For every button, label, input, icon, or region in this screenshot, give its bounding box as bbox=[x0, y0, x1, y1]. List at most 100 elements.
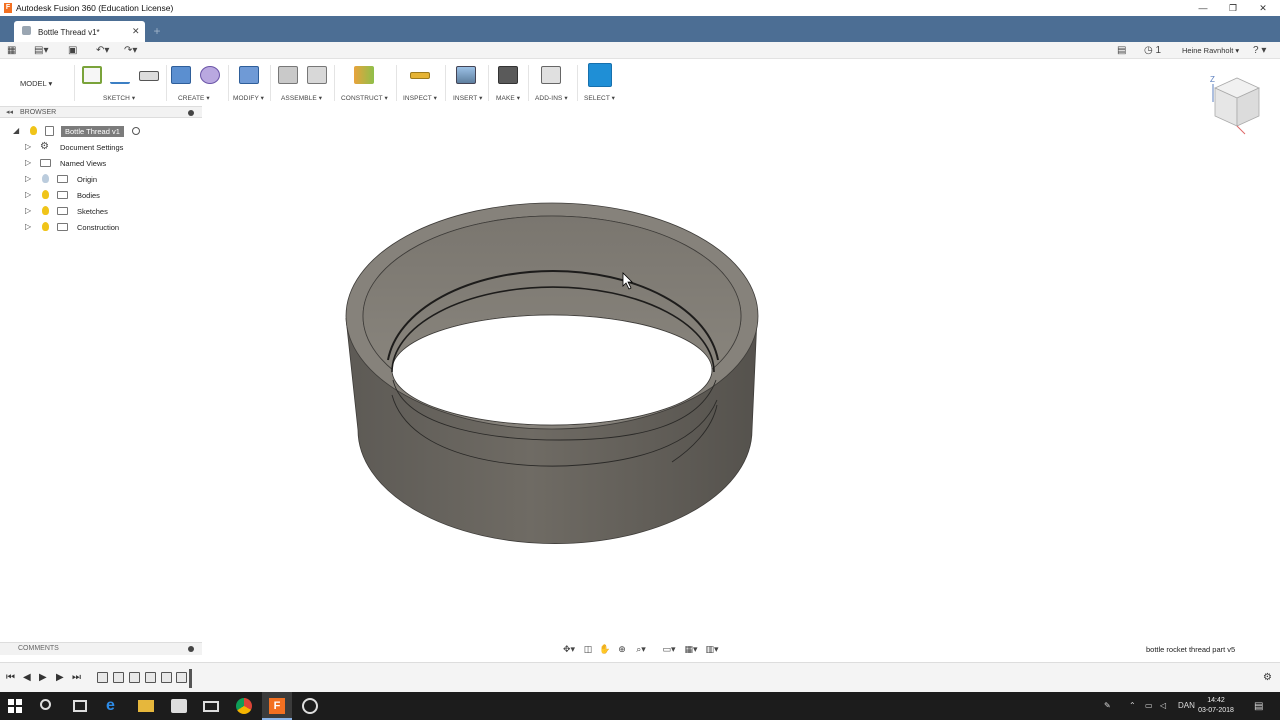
grid-settings-icon[interactable]: ▦▾ bbox=[681, 643, 701, 655]
pan-icon[interactable]: ✋ bbox=[597, 643, 613, 655]
tray-expand-icon[interactable]: ⌃ bbox=[1129, 701, 1136, 710]
select-menu[interactable]: SELECT ▾ bbox=[584, 94, 615, 102]
search-icon[interactable] bbox=[40, 699, 51, 710]
browser-item-sketches[interactable]: ▷ Sketches bbox=[0, 203, 202, 219]
timeline-sketch-feature[interactable] bbox=[161, 672, 172, 683]
collapse-browser-icon[interactable]: ◂◂ bbox=[6, 108, 13, 116]
input-language[interactable]: DAN bbox=[1178, 701, 1195, 710]
timeline-coil-feature[interactable] bbox=[145, 672, 156, 683]
timeline-last-icon[interactable]: ⏭ bbox=[72, 672, 81, 683]
timeline-prev-icon[interactable]: ◀ bbox=[23, 672, 31, 683]
windows-start-icon[interactable] bbox=[8, 699, 22, 713]
clock-app-icon[interactable] bbox=[302, 698, 318, 714]
zoom-icon[interactable]: ⊕ bbox=[614, 643, 630, 655]
offset-plane-icon[interactable] bbox=[354, 66, 374, 84]
3d-print-icon[interactable] bbox=[498, 66, 518, 84]
visibility-bulb-icon[interactable] bbox=[42, 222, 49, 231]
insert-image-icon[interactable] bbox=[456, 66, 476, 84]
visibility-bulb-icon[interactable] bbox=[42, 174, 49, 183]
timeline-combine-feature[interactable] bbox=[176, 672, 187, 683]
inspect-menu[interactable]: INSPECT ▾ bbox=[403, 94, 437, 102]
system-clock[interactable]: 14:42 03-07-2018 bbox=[1198, 696, 1234, 716]
save-icon[interactable]: ▣ bbox=[68, 44, 77, 57]
construct-menu[interactable]: CONSTRUCT ▾ bbox=[341, 94, 388, 102]
browser-pin-icon[interactable] bbox=[188, 110, 194, 116]
new-tab-button[interactable]: + bbox=[150, 23, 164, 39]
browser-root-node[interactable]: ◢ Bottle Thread v1 bbox=[0, 123, 202, 139]
mail-icon[interactable] bbox=[203, 701, 219, 712]
press-pull-icon[interactable] bbox=[239, 66, 259, 84]
view-cube[interactable]: Z bbox=[1207, 72, 1267, 142]
network-icon[interactable]: ▭ bbox=[1145, 701, 1153, 710]
minimize-button[interactable]: — bbox=[1187, 1, 1219, 15]
redo-icon[interactable]: ↷▾ bbox=[124, 44, 137, 57]
expand-triangle-icon[interactable]: ▷ bbox=[25, 190, 31, 199]
3d-viewport[interactable] bbox=[205, 106, 1280, 640]
browser-item-named-views[interactable]: ▷ Named Views bbox=[0, 155, 202, 171]
visibility-bulb-icon[interactable] bbox=[42, 190, 49, 199]
help-icon[interactable]: ? ▾ bbox=[1253, 44, 1266, 57]
timeline-play-icon[interactable]: ▶ bbox=[39, 672, 47, 683]
file-menu-icon[interactable]: ▤▾ bbox=[34, 44, 48, 57]
expand-triangle-icon[interactable]: ▷ bbox=[25, 222, 31, 231]
expand-triangle-icon[interactable]: ▷ bbox=[25, 158, 31, 167]
user-account-menu[interactable]: Heine Ravnholt ▾ bbox=[1182, 46, 1239, 55]
form-icon[interactable] bbox=[200, 66, 220, 84]
file-explorer-icon[interactable] bbox=[138, 700, 154, 712]
visibility-bulb-icon[interactable] bbox=[42, 206, 49, 215]
extrude-icon[interactable] bbox=[171, 66, 191, 84]
browser-item-bodies[interactable]: ▷ Bodies bbox=[0, 187, 202, 203]
expand-triangle-icon[interactable]: ▷ bbox=[25, 142, 31, 151]
sketch-menu[interactable]: SKETCH ▾ bbox=[103, 94, 135, 102]
timeline-first-icon[interactable]: ⏮ bbox=[6, 672, 15, 683]
chat-icon[interactable]: ▤ bbox=[1117, 44, 1126, 57]
activate-radio-icon[interactable] bbox=[132, 127, 140, 135]
select-tool-icon[interactable] bbox=[588, 63, 612, 87]
fit-view-icon[interactable]: ⌕▾ bbox=[631, 643, 651, 655]
timeline-extrude-feature[interactable] bbox=[129, 672, 140, 683]
close-tab-icon[interactable]: ✕ bbox=[132, 26, 140, 37]
notifications-icon[interactable]: ▤ bbox=[1254, 701, 1263, 712]
collapse-triangle-icon[interactable]: ◢ bbox=[13, 126, 19, 135]
viewports-icon[interactable]: ▥▾ bbox=[702, 643, 722, 655]
document-tab[interactable]: Bottle Thread v1* ✕ bbox=[14, 21, 145, 42]
create-menu[interactable]: CREATE ▾ bbox=[178, 94, 210, 102]
timeline-next-icon[interactable]: ▶ bbox=[56, 672, 64, 683]
task-view-icon[interactable] bbox=[73, 700, 87, 712]
root-component-label[interactable]: Bottle Thread v1 bbox=[61, 126, 124, 137]
modify-menu[interactable]: MODIFY ▾ bbox=[233, 94, 264, 102]
new-component-icon[interactable] bbox=[278, 66, 298, 84]
look-at-icon[interactable]: ◫ bbox=[580, 643, 596, 655]
data-panel-grid-icon[interactable]: ▦ bbox=[7, 44, 16, 57]
expand-triangle-icon[interactable]: ▷ bbox=[25, 206, 31, 215]
line-tool-icon[interactable] bbox=[110, 66, 130, 84]
restore-button[interactable]: ❐ bbox=[1217, 1, 1249, 15]
display-settings-icon[interactable]: ▭▾ bbox=[659, 643, 679, 655]
orbit-icon[interactable]: ✥▾ bbox=[560, 643, 578, 655]
bottle-thread-ring-body[interactable] bbox=[345, 202, 759, 544]
joint-icon[interactable] bbox=[307, 66, 327, 84]
timeline-settings-icon[interactable]: ⚙ bbox=[1263, 672, 1272, 683]
visibility-bulb-icon[interactable] bbox=[30, 126, 37, 135]
timeline-marker[interactable] bbox=[189, 669, 192, 688]
expand-triangle-icon[interactable]: ▷ bbox=[25, 174, 31, 183]
browser-item-construction[interactable]: ▷ Construction bbox=[0, 219, 202, 235]
chrome-icon[interactable] bbox=[236, 698, 252, 714]
pen-ink-icon[interactable]: ✎ bbox=[1104, 701, 1111, 710]
scripts-addins-icon[interactable] bbox=[541, 66, 561, 84]
create-sketch-icon[interactable] bbox=[82, 66, 102, 84]
rectangle-tool-icon[interactable] bbox=[139, 71, 159, 81]
fusion-taskbar-button[interactable]: F bbox=[262, 692, 292, 720]
comments-pin-icon[interactable] bbox=[188, 646, 194, 652]
measure-icon[interactable] bbox=[410, 72, 430, 79]
job-status-icon[interactable]: ◷ 1 bbox=[1144, 44, 1161, 57]
addins-menu[interactable]: ADD-INS ▾ bbox=[535, 94, 568, 102]
timeline-extrude-feature[interactable] bbox=[113, 672, 124, 683]
undo-icon[interactable]: ↶▾ bbox=[96, 44, 109, 57]
browser-item-origin[interactable]: ▷ Origin bbox=[0, 171, 202, 187]
store-icon[interactable] bbox=[171, 699, 187, 713]
assemble-menu[interactable]: ASSEMBLE ▾ bbox=[281, 94, 322, 102]
timeline-sketch-feature[interactable] bbox=[97, 672, 108, 683]
workspace-switcher[interactable]: MODEL ▾ bbox=[20, 79, 64, 91]
insert-menu[interactable]: INSERT ▾ bbox=[453, 94, 482, 102]
